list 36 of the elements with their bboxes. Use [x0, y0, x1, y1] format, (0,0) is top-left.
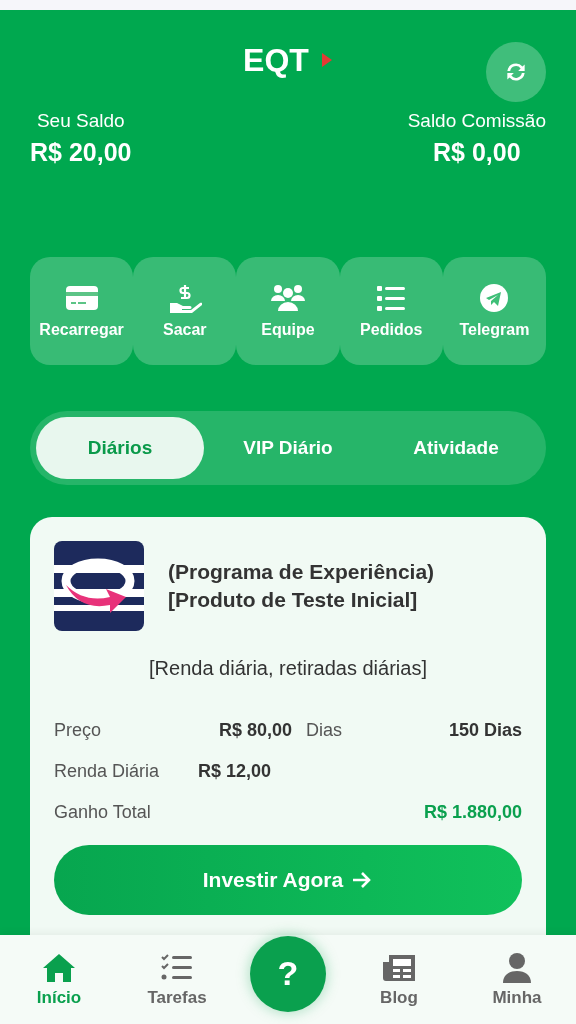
balance-amount: R$ 0,00 [433, 138, 521, 167]
detail-label: Preço [54, 720, 103, 741]
tab[interactable]: Diários [36, 417, 204, 479]
home-icon [41, 951, 77, 984]
credit-card-icon [64, 283, 99, 313]
tab[interactable]: VIP Diário [204, 417, 372, 479]
balance-label: Seu Saldo [36, 110, 125, 132]
nav-item[interactable]: Minha [472, 950, 562, 1009]
logo-icon [54, 541, 144, 631]
action-button[interactable]: Equipe [236, 257, 340, 365]
action-button[interactable]: Recarregar [30, 257, 134, 365]
action-button[interactable]: Pedidos [339, 257, 443, 365]
refresh-button[interactable] [486, 42, 546, 102]
detail-value: R$ 80,00 [217, 720, 292, 741]
product-subtitle: [Renda diária, retiradas diárias] [148, 657, 428, 680]
detail-label: Ganho Total [54, 802, 152, 823]
detail-value: R$ 1.880,00 [422, 802, 522, 823]
nav-item[interactable]: Tarefas [132, 950, 222, 1009]
app-title: EQT [243, 41, 309, 79]
action-button[interactable]: Sacar [133, 257, 237, 365]
hand-dollar-icon [167, 283, 202, 313]
invest-button[interactable]: Investir Agora [54, 845, 522, 915]
nav-item[interactable]: Blog [354, 950, 444, 1009]
tab[interactable]: Atividade [372, 417, 540, 479]
balance-amount: R$ 20,00 [30, 138, 132, 167]
detail-label: Renda Diária [54, 761, 161, 782]
balance-label: Saldo Comissão [407, 110, 546, 132]
triangle-icon [320, 52, 333, 68]
detail-value: R$ 12,00 [198, 761, 273, 782]
people-icon [269, 283, 307, 313]
detail-label: Dias [306, 720, 343, 741]
nav-item[interactable]: Início [14, 950, 104, 1009]
action-button[interactable]: Telegram [442, 257, 546, 365]
detail-value: 150 Dias [448, 720, 522, 741]
help-button[interactable]: ? [250, 935, 326, 1012]
product-title: (Programa de Experiência) [Produto de Teste Inicial] [168, 558, 435, 613]
